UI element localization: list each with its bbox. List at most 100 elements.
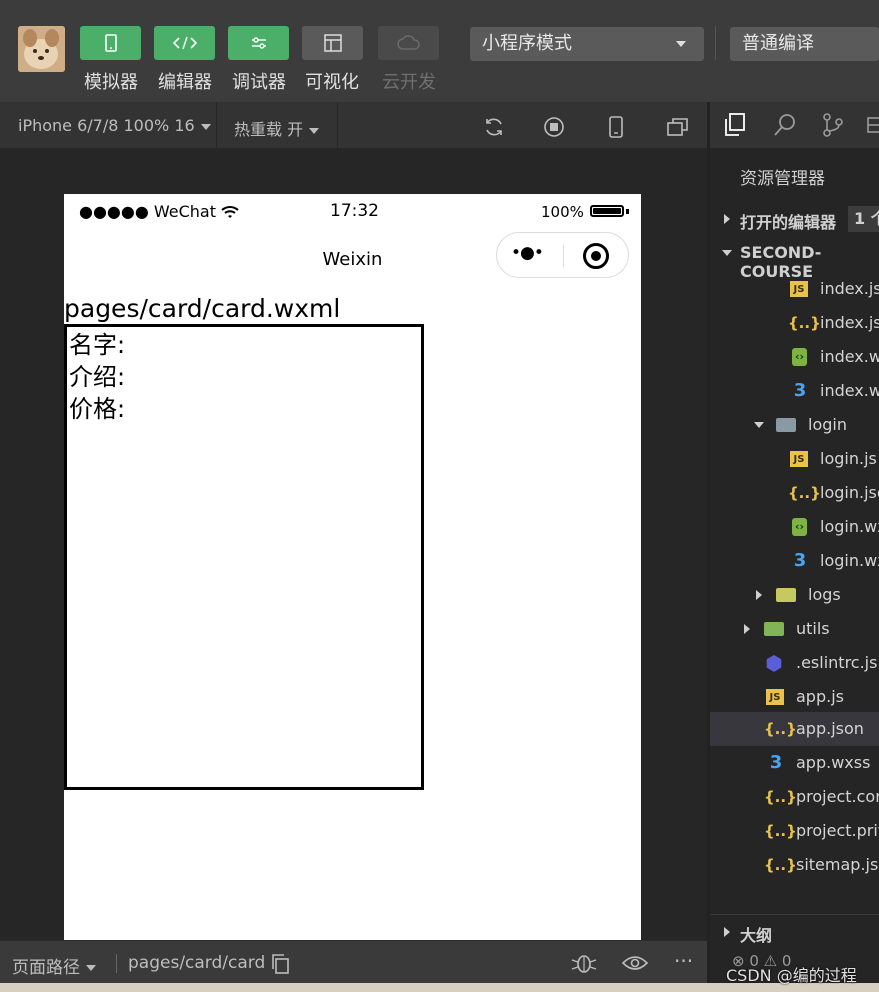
folder-logs[interactable]: logs bbox=[710, 578, 879, 612]
chevron-down-icon bbox=[200, 123, 211, 130]
file-project-private-config[interactable]: {..} project.private.config.json bbox=[710, 814, 879, 848]
outline-section[interactable]: 大纲 bbox=[710, 915, 879, 949]
file-name: index.json bbox=[820, 313, 879, 332]
file-name: app.json bbox=[796, 719, 864, 738]
cloud-button[interactable] bbox=[378, 26, 439, 60]
code-icon bbox=[172, 36, 197, 50]
card-name-label: 名字: bbox=[69, 331, 126, 359]
refresh-icon[interactable] bbox=[483, 116, 505, 138]
file-sitemap[interactable]: {..} sitemap.json bbox=[710, 848, 879, 882]
file-eslintrc[interactable]: ⬢ .eslintrc.js bbox=[710, 646, 879, 680]
detach-window-icon[interactable] bbox=[666, 116, 690, 138]
chevron-down-icon bbox=[722, 250, 732, 256]
stop-icon[interactable] bbox=[543, 116, 565, 138]
folder-name: utils bbox=[796, 619, 830, 638]
file-login-wxml[interactable]: ‹› login.wxml bbox=[710, 510, 879, 544]
chevron-down-icon bbox=[86, 965, 96, 971]
file-name: app.wxss bbox=[796, 753, 871, 772]
hot-reload-value: 热重载 开 bbox=[234, 120, 304, 139]
file-project-config[interactable]: {..} project.config.json bbox=[710, 780, 879, 814]
signal-text: ●●●●● WeChat bbox=[79, 202, 217, 221]
debugger-label: 调试器 bbox=[232, 72, 286, 93]
json-file-icon: {..} bbox=[788, 314, 821, 332]
card-container: 名字: 介绍: 价格: bbox=[64, 324, 424, 790]
file-name: login.json bbox=[820, 483, 879, 502]
editor-button[interactable] bbox=[154, 26, 215, 60]
file-app-json[interactable]: {..} app.json bbox=[710, 712, 879, 746]
chevron-down-icon bbox=[754, 422, 764, 428]
file-name: .eslintrc.js bbox=[796, 653, 878, 672]
compile-select[interactable]: 普通编译 bbox=[730, 27, 879, 61]
file-name: project.config.json bbox=[796, 787, 879, 806]
mode-select[interactable]: 小程序模式 bbox=[470, 27, 704, 61]
chevron-right-icon bbox=[756, 590, 762, 600]
chevron-down-icon bbox=[676, 41, 686, 47]
wxml-file-icon: ‹› bbox=[792, 348, 807, 366]
watermark-text: CSDN @编的过程 bbox=[726, 966, 857, 985]
file-login-wxss[interactable]: 3 login.wxss bbox=[710, 544, 879, 578]
extensions-icon[interactable] bbox=[866, 114, 879, 136]
chevron-right-icon bbox=[744, 624, 750, 634]
compile-select-value: 普通编译 bbox=[742, 33, 814, 54]
file-index-js[interactable]: JS index.js bbox=[710, 272, 879, 306]
js-file-icon: JS bbox=[790, 451, 808, 467]
folder-name: login bbox=[808, 415, 847, 434]
phone-screen[interactable]: ●●●●● WeChat 17:32 100% Weixin •●• pages… bbox=[64, 194, 641, 940]
file-app-wxss[interactable]: 3 app.wxss bbox=[710, 746, 879, 780]
file-index-wxss[interactable]: 3 index.wxss bbox=[710, 374, 879, 408]
file-login-json[interactable]: {..} login.json bbox=[710, 476, 879, 510]
sliders-icon bbox=[251, 37, 266, 49]
files-icon[interactable] bbox=[722, 112, 748, 138]
capsule-divider bbox=[563, 245, 564, 267]
device-select[interactable]: iPhone 6/7/8 100% 16 bbox=[18, 116, 211, 135]
folder-name: logs bbox=[808, 585, 841, 604]
explorer-iconbar bbox=[710, 102, 879, 148]
outline-label: 大纲 bbox=[740, 926, 773, 945]
editor-label: 编辑器 bbox=[158, 72, 212, 93]
mode-select-value: 小程序模式 bbox=[482, 33, 572, 54]
phone-icon bbox=[104, 34, 117, 52]
file-name: sitemap.json bbox=[796, 855, 879, 874]
status-signal: ●●●●● WeChat bbox=[79, 202, 239, 221]
more-menu-icon[interactable]: •●• bbox=[511, 243, 544, 263]
user-avatar[interactable] bbox=[18, 26, 65, 72]
search-icon[interactable] bbox=[772, 112, 798, 138]
file-name: login.wxml bbox=[820, 517, 879, 536]
debugger-button[interactable] bbox=[228, 26, 289, 60]
wxss-file-icon: 3 bbox=[769, 752, 783, 773]
eye-icon[interactable] bbox=[622, 954, 648, 972]
close-miniprogram-icon[interactable] bbox=[583, 243, 609, 269]
json-file-icon: {..} bbox=[788, 484, 821, 502]
chevron-right-icon bbox=[724, 927, 730, 937]
battery-percent: 100% bbox=[541, 203, 584, 221]
explorer-title: 资源管理器 bbox=[740, 169, 825, 189]
menu-capsule: •●• bbox=[496, 232, 629, 278]
open-editors-section[interactable]: 打开的编辑器 1 个 bbox=[710, 202, 879, 236]
open-editors-count: 1 个 bbox=[848, 206, 879, 232]
project-section[interactable]: SECOND-COURSE bbox=[710, 236, 879, 281]
folder-utils[interactable]: utils bbox=[710, 612, 879, 646]
file-login-js[interactable]: JS login.js bbox=[710, 442, 879, 476]
file-index-wxml[interactable]: ‹› index.wxml bbox=[710, 340, 879, 374]
chevron-down-icon bbox=[309, 127, 320, 134]
folder-icon bbox=[764, 622, 784, 636]
simulator-button[interactable] bbox=[80, 26, 141, 60]
js-file-icon: JS bbox=[766, 689, 784, 705]
page-path-label: 页面路径 bbox=[12, 958, 80, 978]
folder-login[interactable]: login bbox=[710, 408, 879, 442]
hot-reload-select[interactable]: 热重载 开 bbox=[234, 116, 320, 140]
bug-icon[interactable] bbox=[570, 951, 598, 975]
visual-button[interactable] bbox=[302, 26, 363, 60]
file-app-js[interactable]: JS app.js bbox=[710, 680, 879, 714]
phone-preview-icon[interactable] bbox=[607, 115, 625, 139]
file-index-json[interactable]: {..} index.json bbox=[710, 306, 879, 340]
page-path-select[interactable]: 页面路径 bbox=[12, 953, 96, 978]
cloud-icon bbox=[396, 35, 420, 50]
simulator-label: 模拟器 bbox=[84, 72, 138, 93]
wxss-file-icon: 3 bbox=[793, 550, 807, 571]
copy-icon[interactable] bbox=[270, 953, 290, 975]
more-icon[interactable]: ··· bbox=[674, 949, 693, 973]
card-price-label: 价格: bbox=[69, 395, 126, 423]
source-control-icon[interactable] bbox=[820, 112, 846, 138]
js-file-icon: JS bbox=[790, 281, 808, 297]
